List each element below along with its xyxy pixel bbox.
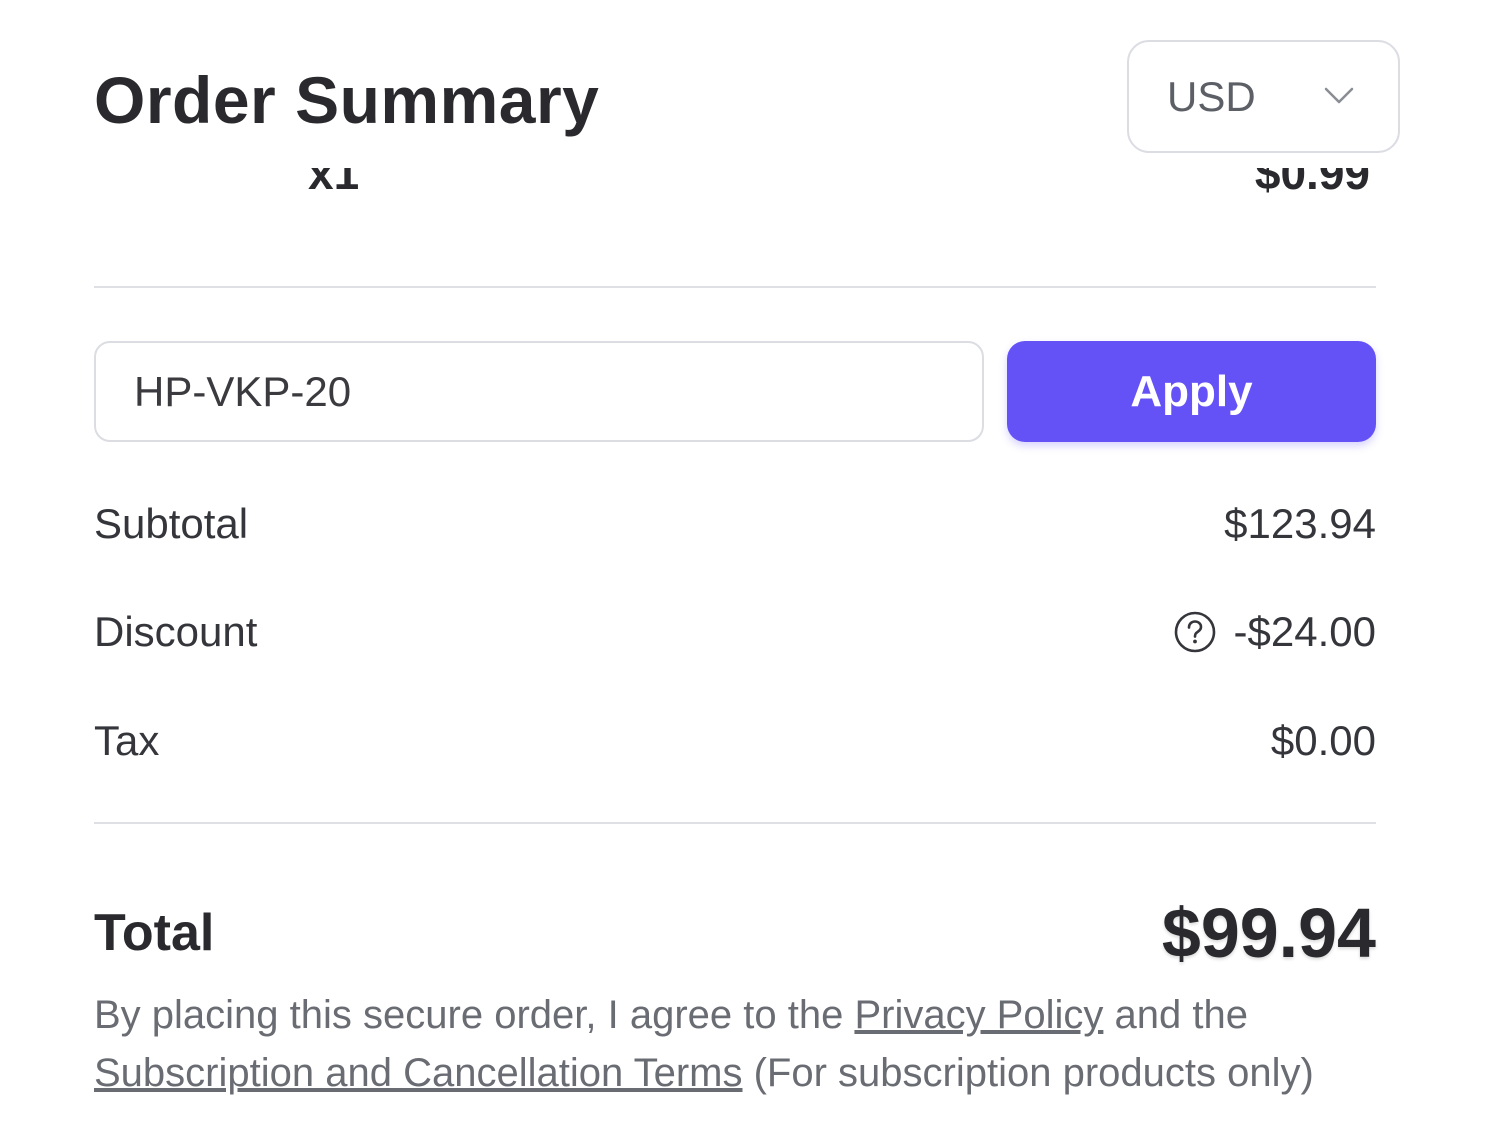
- tax-value: $0.00: [1270, 717, 1376, 764]
- chevron-down-icon: [1324, 87, 1354, 104]
- subtotal-value: $123.94: [1224, 500, 1376, 547]
- divider: [94, 286, 1376, 288]
- total-label: Total: [94, 904, 215, 962]
- divider: [94, 822, 1376, 824]
- legal-text-1: By placing this secure order, I agree to…: [94, 993, 855, 1037]
- discount-value-wrap: -$24.00: [1172, 608, 1376, 656]
- discount-label: Discount: [94, 608, 258, 655]
- subtotal-label: Subtotal: [94, 500, 249, 547]
- subscription-terms-link[interactable]: Subscription and Cancellation Terms: [94, 1051, 743, 1095]
- legal-text-2: and the: [1103, 993, 1248, 1037]
- currency-select[interactable]: USD: [1127, 40, 1400, 153]
- item-quantity: x1: [308, 168, 360, 199]
- legal-agreement-text: By placing this secure order, I agree to…: [94, 986, 1384, 1102]
- page-title: Order Summary: [94, 63, 600, 137]
- coupon-code-input[interactable]: [94, 341, 984, 442]
- discount-value: -$24.00: [1233, 608, 1376, 655]
- tax-row: Tax $0.00: [94, 711, 1376, 771]
- privacy-policy-link[interactable]: Privacy Policy: [854, 993, 1103, 1037]
- item-row-clipped: x1 $0.99: [94, 168, 1376, 220]
- apply-coupon-button[interactable]: Apply: [1007, 341, 1376, 442]
- discount-row: Discount -$24.00: [94, 602, 1376, 662]
- total-value: $99.94: [1161, 894, 1376, 972]
- total-row: Total $99.94: [94, 890, 1376, 976]
- subtotal-row: Subtotal $123.94: [94, 494, 1376, 554]
- item-price: $0.99: [1254, 168, 1370, 199]
- question-circle-icon[interactable]: [1172, 609, 1218, 655]
- tax-label: Tax: [94, 717, 160, 764]
- currency-value: USD: [1167, 72, 1256, 120]
- order-summary-panel: Order Summary USD x1 $0.99 Apply Subtota…: [0, 0, 1500, 1138]
- legal-text-3: (For subscription products only): [742, 1051, 1314, 1095]
